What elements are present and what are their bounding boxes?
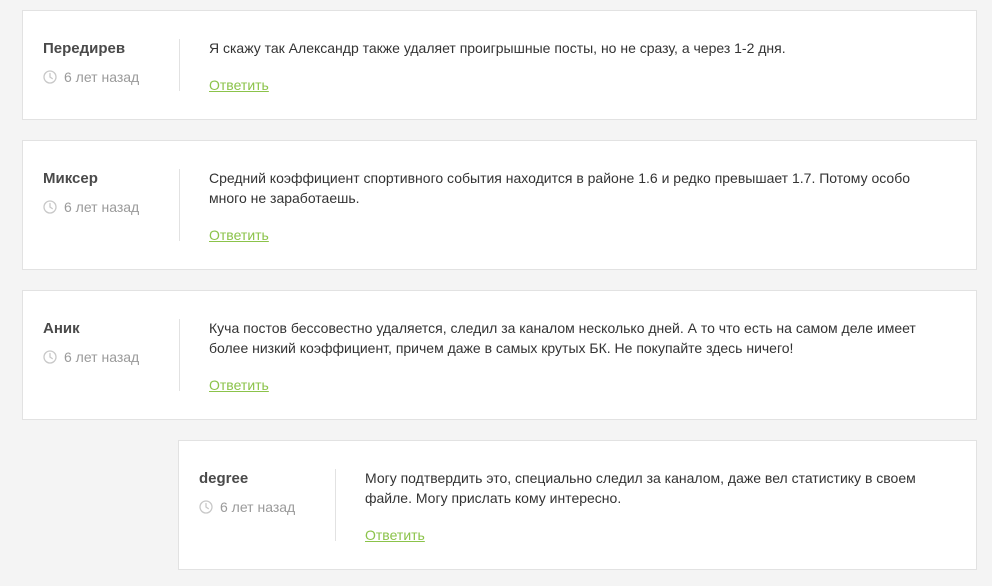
comment-meta: Передирев 6 лет назад [43, 39, 180, 91]
comment-text: Могу подтвердить это, специально следил … [365, 470, 916, 506]
comment-card: Аник 6 лет назад Куча постов бессовестно… [22, 290, 977, 420]
clock-icon [43, 350, 57, 364]
comments-list: Передирев 6 лет назад Я скажу так Алекса… [0, 0, 992, 586]
clock-icon [43, 70, 57, 84]
comment-author: Передирев [43, 40, 126, 57]
clock-icon [199, 500, 213, 514]
comment-time-label: 6 лет назад [64, 349, 140, 365]
comment-text: Куча постов бессовестно удаляется, следи… [209, 320, 916, 356]
comment-author: Миксер [43, 170, 98, 187]
comment-time: 6 лет назад [199, 498, 335, 516]
comment-body: Я скажу так Александр также удаляет прои… [209, 38, 946, 95]
comment-body: Куча постов бессовестно удаляется, следи… [209, 318, 946, 395]
clock-icon [43, 200, 57, 214]
comment-time-label: 6 лет назад [64, 69, 140, 85]
comment-reply-card: degree 6 лет назад Могу подтвердить это,… [178, 440, 977, 570]
comment-body: Могу подтвердить это, специально следил … [365, 468, 946, 545]
comment-time-label: 6 лет назад [64, 199, 140, 215]
comment-time: 6 лет назад [43, 68, 179, 86]
comment-meta: Миксер 6 лет назад [43, 169, 180, 241]
comment-time: 6 лет назад [43, 198, 179, 216]
reply-link[interactable]: Ответить [365, 525, 425, 545]
comment-body: Средний коэффициент спортивного события … [209, 168, 946, 245]
comment-author: degree [199, 470, 249, 487]
comment-author: Аник [43, 320, 80, 337]
comment-meta: Аник 6 лет назад [43, 319, 180, 391]
comment-meta: degree 6 лет назад [199, 469, 336, 541]
comment-text: Средний коэффициент спортивного события … [209, 170, 911, 206]
reply-link[interactable]: Ответить [209, 75, 269, 95]
reply-link[interactable]: Ответить [209, 225, 269, 245]
comment-card: Миксер 6 лет назад Средний коэффициент с… [22, 140, 977, 270]
comment-text: Я скажу так Александр также удаляет прои… [209, 40, 786, 56]
comment-time-label: 6 лет назад [220, 499, 296, 515]
comment-time: 6 лет назад [43, 348, 179, 366]
comment-card: Передирев 6 лет назад Я скажу так Алекса… [22, 10, 977, 120]
reply-link[interactable]: Ответить [209, 375, 269, 395]
